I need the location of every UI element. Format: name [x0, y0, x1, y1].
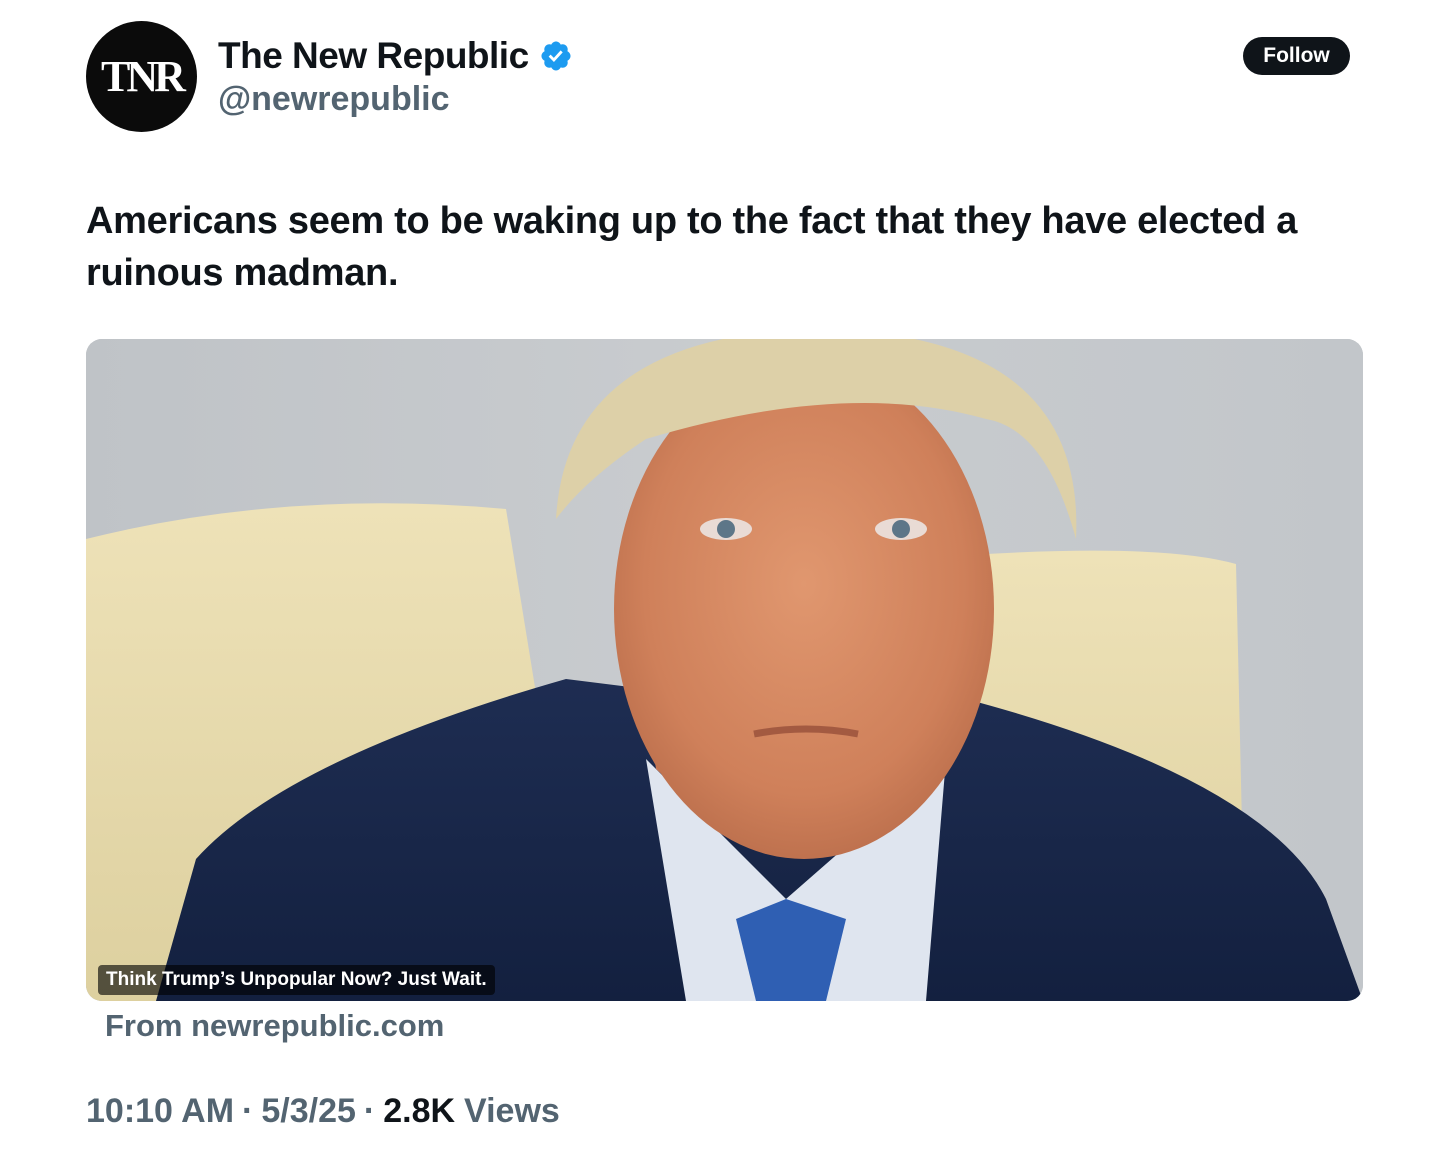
views-count: 2.8K	[383, 1092, 456, 1130]
tweet-meta: 10:10 AM · 5/3/25 · 2.8K Views	[86, 1092, 560, 1131]
meta-separator: ·	[363, 1092, 376, 1130]
author-handle[interactable]: @newrepublic	[218, 80, 450, 119]
avatar[interactable]: TNR	[86, 21, 197, 132]
follow-button[interactable]: Follow	[1243, 37, 1350, 75]
tweet-time[interactable]: 10:10 AM	[86, 1092, 234, 1131]
link-card-image[interactable]: Think Trump’s Unpopular Now? Just Wait.	[86, 339, 1363, 1001]
tweet-text: Americans seem to be waking up to the fa…	[86, 200, 1298, 294]
views-label: Views	[464, 1092, 560, 1130]
card-title: Think Trump’s Unpopular Now? Just Wait.	[98, 965, 495, 995]
meta-separator: ·	[242, 1092, 254, 1130]
display-name[interactable]: The New Republic	[218, 35, 529, 77]
tweet: TNR The New Republic @newrepublic Follow…	[0, 0, 1456, 1161]
card-source-link[interactable]: From newrepublic.com	[105, 1008, 444, 1044]
card-photo	[86, 339, 1363, 1001]
author-name-row: The New Republic	[218, 34, 573, 78]
avatar-logo-text: TNR	[101, 52, 186, 101]
tweet-date[interactable]: 5/3/25	[261, 1092, 356, 1131]
verified-badge-icon	[541, 41, 571, 71]
